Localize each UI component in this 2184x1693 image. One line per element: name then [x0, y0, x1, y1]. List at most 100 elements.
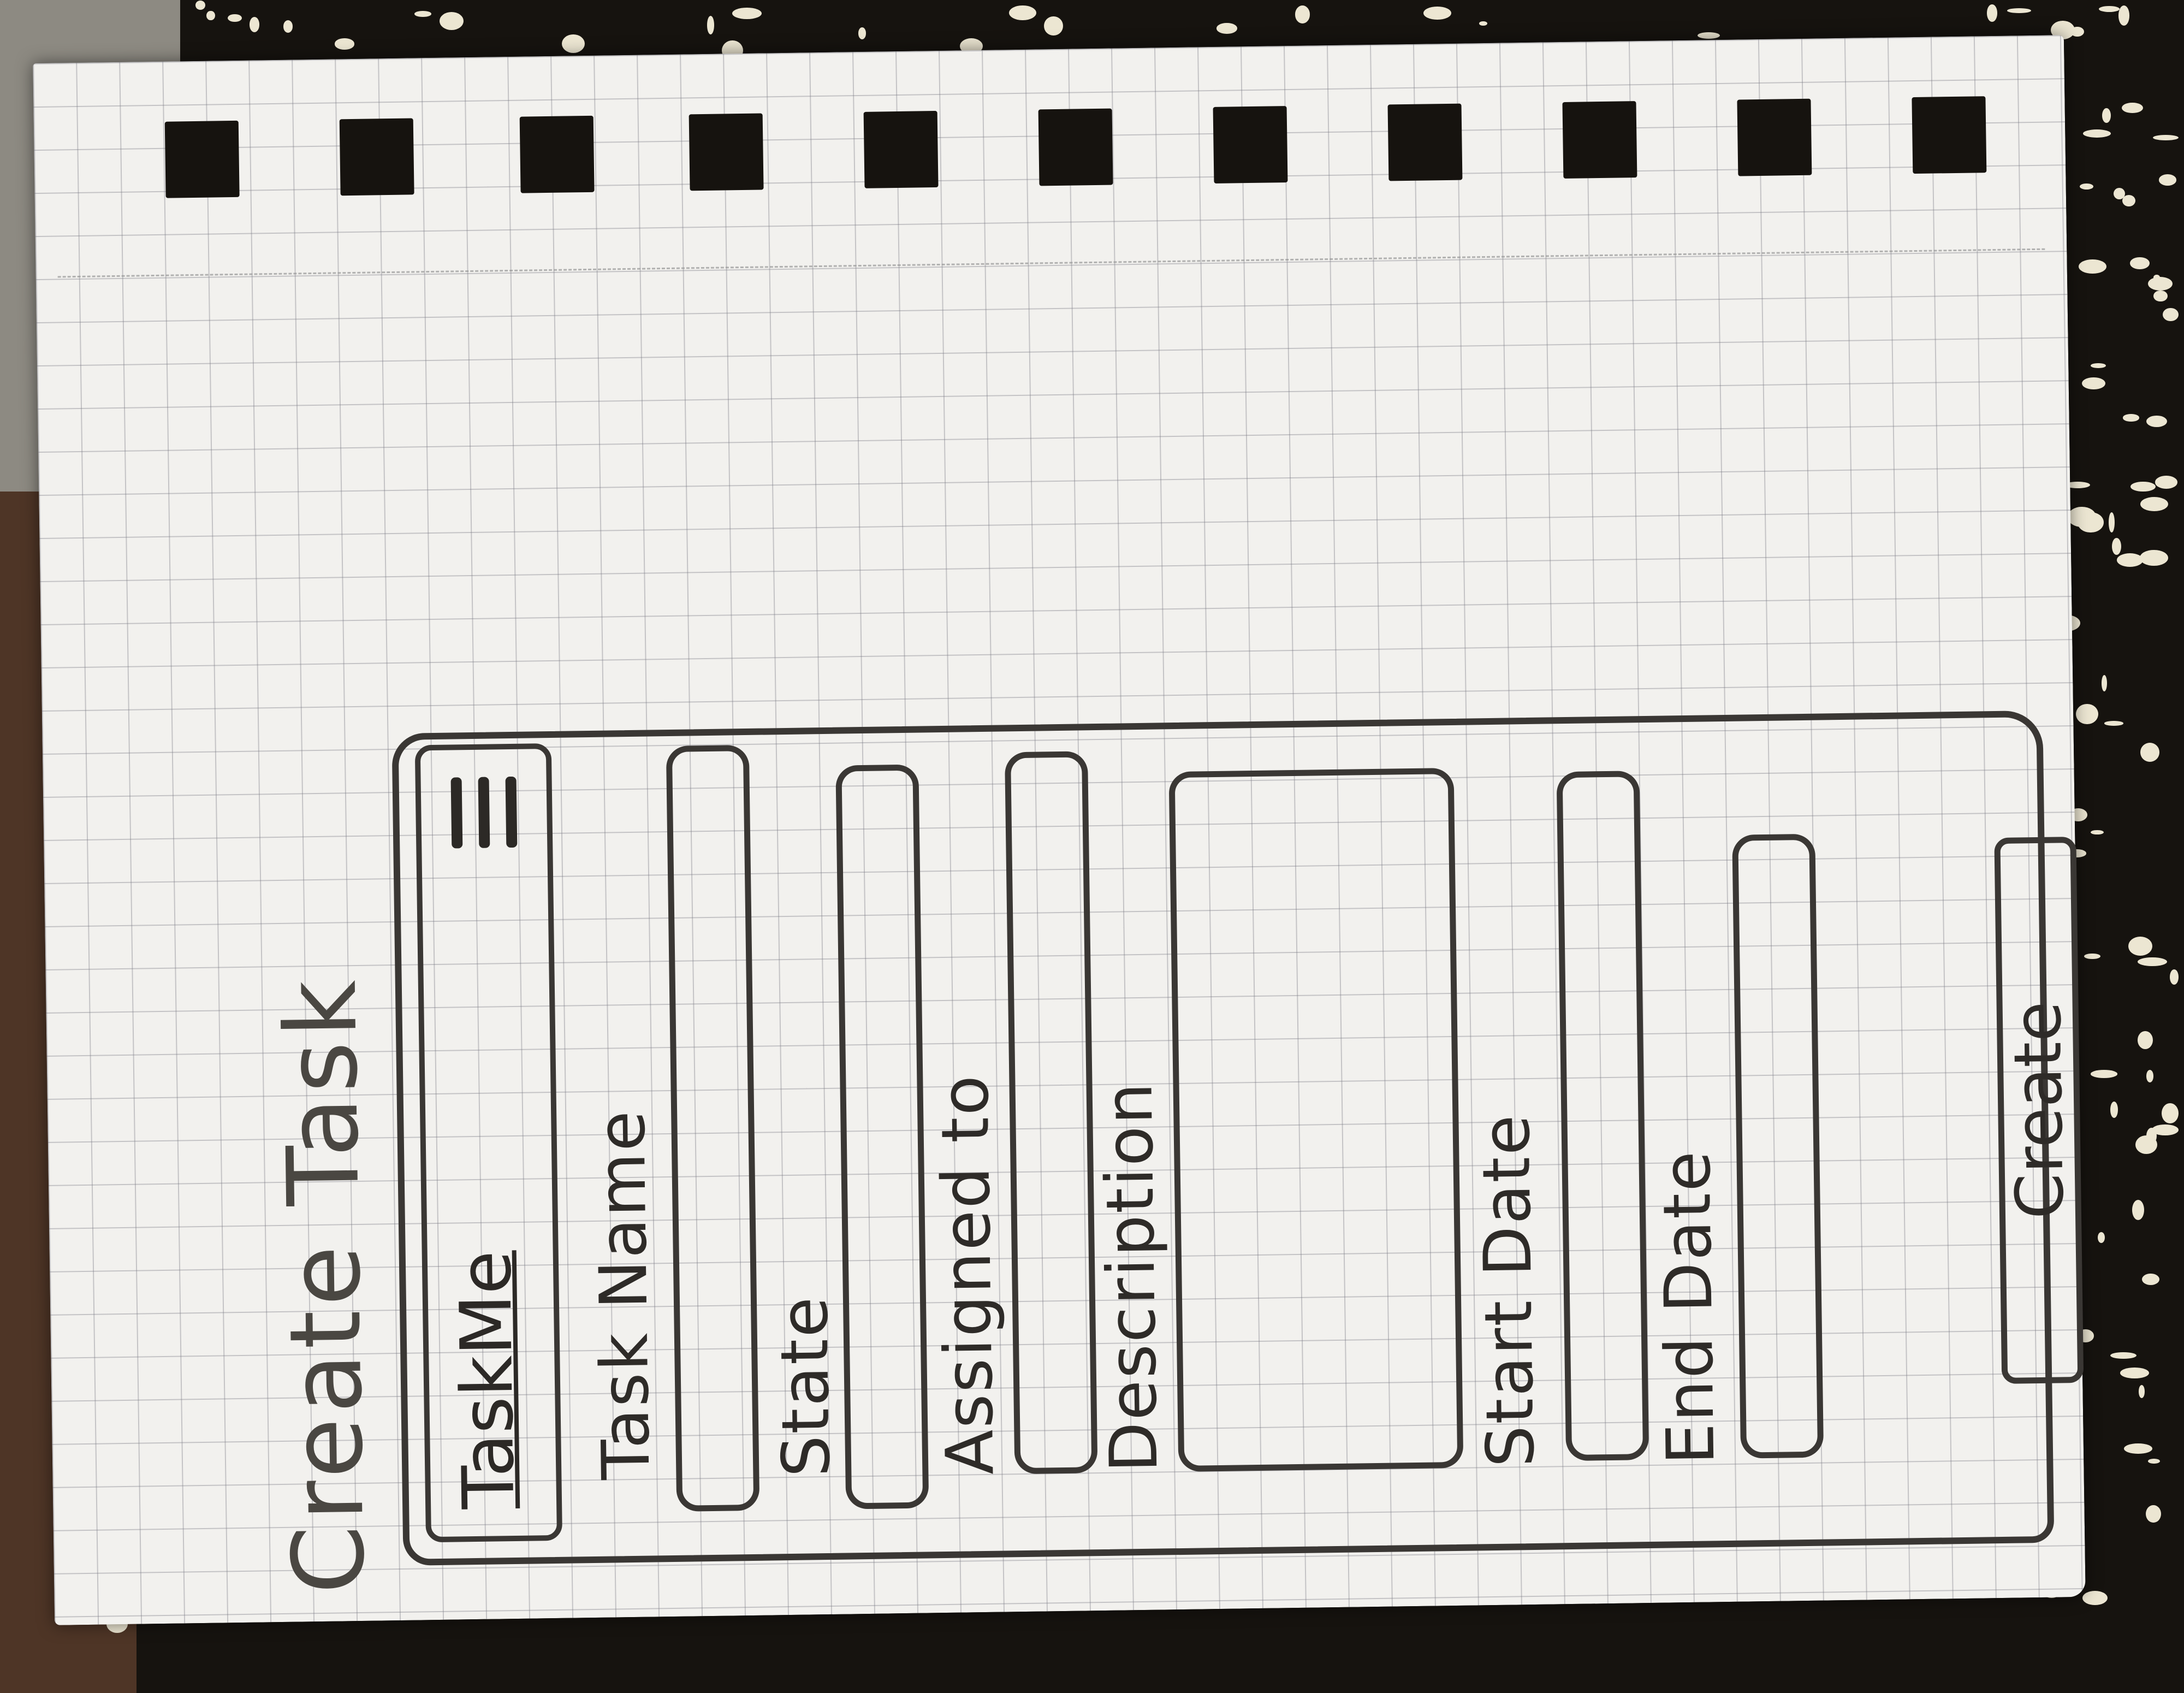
desk-speck	[2110, 1352, 2136, 1359]
page-perforation	[57, 248, 2045, 278]
desk-speck	[2098, 6, 2120, 12]
desk-speck	[414, 11, 432, 17]
desk-speck	[2140, 497, 2168, 512]
desk-speck	[2111, 537, 2121, 555]
desk-speck	[2153, 290, 2168, 302]
screen-title: Create Task	[264, 975, 387, 1595]
desk-speck	[334, 38, 355, 50]
desk-speck	[249, 17, 259, 32]
desk-speck	[1008, 5, 1037, 21]
binder-hole	[1213, 106, 1288, 183]
desk-speck	[2109, 512, 2115, 533]
desk-speck	[2146, 416, 2167, 428]
desk-speck	[2140, 742, 2160, 762]
menu-bar	[450, 777, 463, 849]
desk-speck	[858, 27, 867, 39]
binder-hole	[339, 118, 414, 196]
desk-speck	[2148, 1458, 2161, 1464]
desk-speck	[2152, 135, 2179, 141]
binder-hole	[1912, 96, 1987, 174]
desk-speck	[2138, 957, 2167, 967]
desk-speck	[2151, 1124, 2179, 1136]
task-name-input[interactable]	[666, 744, 760, 1512]
binder-hole	[1387, 103, 1463, 181]
desk-speck	[1698, 32, 1720, 39]
desk-speck	[2007, 8, 2031, 13]
desk-speck	[2120, 1368, 2149, 1379]
binder-hole	[689, 113, 764, 191]
desk-speck	[1986, 4, 1998, 22]
desk-speck	[2158, 174, 2177, 186]
desk-speck	[2082, 377, 2106, 390]
desk-speck	[2122, 195, 2136, 207]
desk-speck	[2076, 703, 2098, 724]
assigned-to-label: Assigned to	[927, 1073, 1009, 1476]
desk-speck	[2146, 1505, 2162, 1523]
desk-speck	[1216, 23, 1237, 34]
desk-speck	[2130, 481, 2156, 492]
desk-speck	[2082, 129, 2111, 138]
desk-speck	[2123, 1443, 2153, 1454]
desk-speck	[439, 11, 464, 31]
desk-speck	[2118, 5, 2129, 26]
binder-hole	[1562, 101, 1637, 179]
binder-hole	[519, 115, 595, 193]
notebook-page: Create Task TaskMe Task Name State Assig…	[33, 35, 2086, 1625]
end-date-label: End Date	[1649, 1149, 1730, 1465]
desk-speck	[732, 7, 762, 19]
desk-speck	[1295, 5, 1310, 23]
desk-speck	[2140, 549, 2169, 566]
desk-speck	[2110, 1101, 2118, 1118]
desk-speck	[2090, 830, 2104, 835]
description-textarea[interactable]	[1168, 767, 1464, 1472]
task-name-label: Task Name	[584, 1109, 665, 1481]
desk-speck	[2146, 1070, 2154, 1083]
binder-hole	[1038, 108, 1113, 186]
binder-hole	[164, 120, 240, 198]
desk-speck	[2122, 102, 2143, 113]
desk-speck	[2123, 414, 2140, 422]
desk-speck	[2104, 721, 2123, 726]
desk-speck	[707, 15, 715, 35]
desk-speck	[2141, 1273, 2160, 1285]
description-label: Description	[1091, 1080, 1173, 1473]
start-date-label: Start Date	[1468, 1112, 1550, 1468]
desk-speck	[195, 1, 205, 10]
assigned-to-input[interactable]	[1004, 751, 1098, 1475]
desk-speck	[2138, 1385, 2145, 1399]
state-input[interactable]	[835, 764, 929, 1510]
desk-speck	[1044, 16, 1063, 36]
desk-speck	[227, 14, 242, 22]
desk-speck	[2163, 307, 2179, 322]
phone-frame: TaskMe Task Name State Assigned to Descr…	[391, 710, 2084, 1566]
create-button[interactable]: Create	[1994, 836, 2084, 1384]
desk-speck	[206, 10, 215, 21]
desk-speck	[2132, 1199, 2145, 1220]
desk-speck	[2102, 108, 2111, 123]
menu-bar	[505, 776, 518, 848]
menu-bar	[478, 777, 490, 848]
state-label: State	[766, 1294, 845, 1478]
end-date-input[interactable]	[1732, 833, 1824, 1459]
desk-speck	[2162, 1103, 2179, 1124]
desk-speck	[2128, 936, 2152, 956]
desk-speck	[283, 20, 293, 33]
desk-speck	[2138, 1031, 2153, 1050]
desk-speck	[2091, 363, 2106, 369]
desk-speck	[2147, 276, 2173, 291]
desk-speck	[2078, 512, 2104, 533]
desk-speck	[1479, 21, 1487, 26]
desk-speck	[561, 34, 585, 54]
desk-speck	[1423, 6, 1452, 20]
desk-speck	[2091, 1070, 2118, 1078]
start-date-input[interactable]	[1556, 771, 1649, 1461]
desk-speck	[2102, 674, 2108, 692]
desk-speck	[2098, 1232, 2105, 1244]
binder-hole	[1737, 98, 1812, 176]
desk-speck	[2130, 257, 2150, 270]
wireframe-sketch: Create Task TaskMe Task Name State Assig…	[261, 710, 2084, 1617]
desk-speck	[2084, 953, 2100, 960]
binder-hole	[863, 110, 939, 188]
desk-speck	[2082, 1590, 2108, 1605]
hamburger-menu-icon[interactable]	[443, 776, 526, 849]
